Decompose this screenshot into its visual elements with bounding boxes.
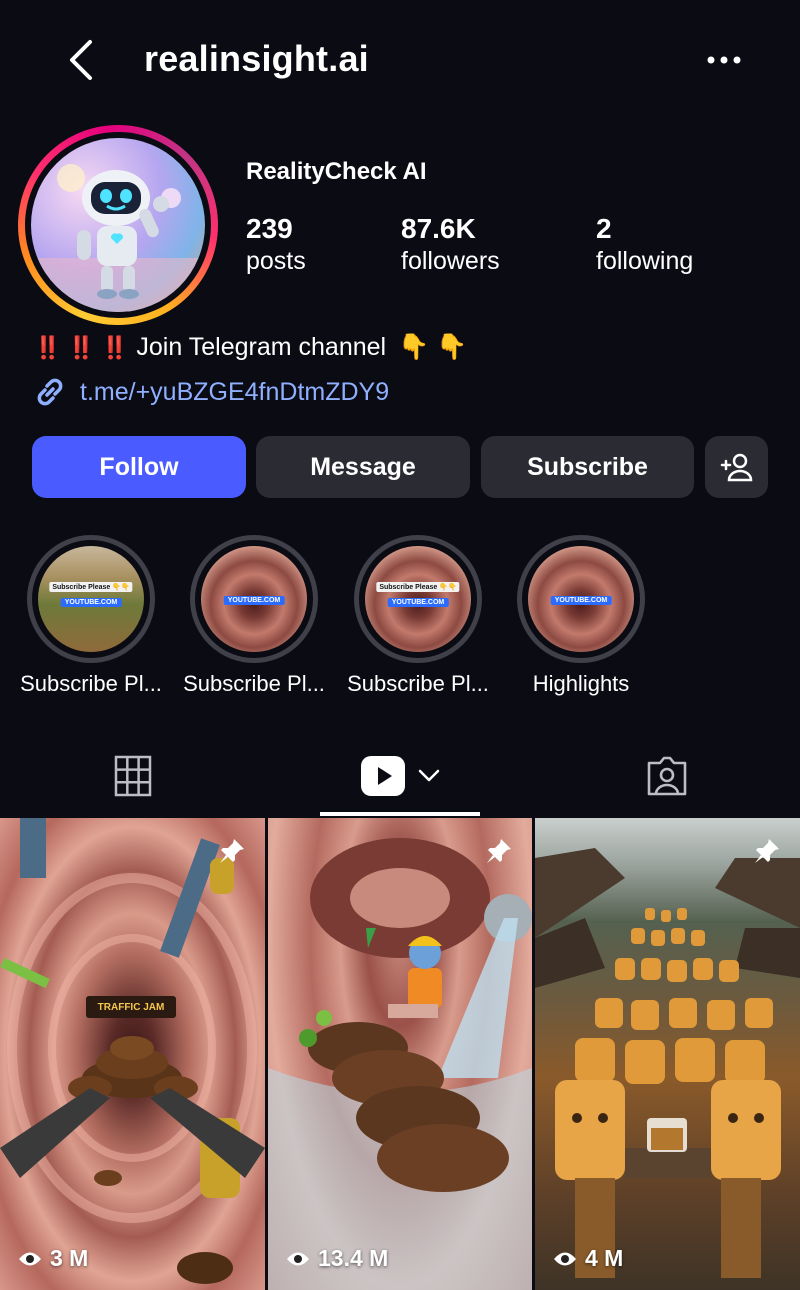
- pin-icon: [487, 839, 511, 863]
- display-name: RealityCheck AI: [246, 158, 427, 185]
- bio-text: Join Telegram channel: [136, 333, 387, 361]
- highlight-2[interactable]: YOUTUBE.COM Subscribe Pl...: [183, 535, 325, 697]
- view-count: 13.4 M: [286, 1245, 388, 1272]
- youtube-label: YOUTUBE.COM: [550, 596, 612, 605]
- view-count: 4 M: [553, 1245, 623, 1272]
- highlight-banner: Subscribe Please 👇👇: [376, 582, 460, 592]
- posts-grid: TRAFFIC JAM 3 M 13.4 M 4 M: [0, 818, 800, 1290]
- youtube-label: YOUTUBE.COM: [60, 598, 122, 607]
- highlight-label: Subscribe Pl...: [183, 671, 325, 696]
- avatar: [31, 138, 205, 312]
- post-thumbnail: [535, 848, 800, 1278]
- avatar-story-ring[interactable]: [18, 125, 218, 325]
- view-count: 3 M: [18, 1245, 88, 1272]
- exclamation-emoji: ‼️ ‼️ ‼️: [34, 334, 129, 360]
- grid-icon: [114, 755, 152, 797]
- reels-icon: [361, 756, 405, 796]
- more-options-button[interactable]: [696, 40, 752, 80]
- highlight-cover: Subscribe Please 👇👇 YOUTUBE.COM: [38, 546, 144, 652]
- robot-avatar-illustration: [31, 164, 205, 312]
- post-tile[interactable]: 13.4 M: [268, 818, 532, 1290]
- highlight-cover: YOUTUBE.COM: [528, 546, 634, 652]
- active-tab-indicator: [320, 812, 480, 816]
- youtube-label: YOUTUBE.COM: [223, 596, 285, 605]
- posts-count: 239: [246, 213, 293, 244]
- more-icon: [707, 56, 741, 64]
- posts-stat[interactable]: 239 posts: [246, 212, 306, 276]
- tagged-icon: [647, 756, 687, 796]
- highlight-label: Subscribe Pl...: [347, 671, 489, 696]
- back-button[interactable]: [56, 34, 106, 86]
- subscribe-button[interactable]: Subscribe: [481, 436, 694, 498]
- follow-button[interactable]: Follow: [32, 436, 246, 498]
- suggested-people-button[interactable]: [705, 436, 768, 498]
- message-button[interactable]: Message: [256, 436, 470, 498]
- tab-reels[interactable]: [267, 735, 533, 817]
- following-stat[interactable]: 2 following: [596, 212, 693, 276]
- link-icon: [37, 378, 63, 406]
- pin-icon: [220, 839, 244, 863]
- content-tabs: [0, 735, 800, 817]
- following-label: following: [596, 247, 694, 275]
- eye-icon: [19, 1252, 41, 1265]
- traffic-jam-sign: TRAFFIC JAM: [97, 1001, 165, 1013]
- view-count-text: 3 M: [50, 1245, 89, 1271]
- pointing-down-emoji: 👇 👇: [398, 333, 468, 361]
- view-count-text: 4 M: [585, 1245, 624, 1271]
- highlight-4[interactable]: YOUTUBE.COM Highlights: [517, 535, 645, 697]
- bio: ‼️ ‼️ ‼️ Join Telegram channel 👇 👇: [34, 333, 467, 362]
- post-thumbnail: [268, 838, 532, 1290]
- followers-stat[interactable]: 87.6K followers: [401, 212, 500, 276]
- post-tile[interactable]: TRAFFIC JAM 3 M: [0, 818, 265, 1290]
- tab-tagged[interactable]: [534, 735, 800, 817]
- pin-icon: [755, 839, 779, 863]
- top-bar: realinsight.ai: [0, 0, 800, 120]
- profile-username: realinsight.ai: [144, 38, 369, 79]
- followers-count: 87.6K: [401, 213, 476, 244]
- eye-icon: [287, 1252, 309, 1265]
- highlight-cover: Subscribe Please 👇👇 YOUTUBE.COM: [365, 546, 471, 652]
- highlight-label: Highlights: [532, 671, 630, 696]
- post-thumbnail: [0, 818, 265, 1284]
- highlight-banner: Subscribe Please 👇👇: [49, 582, 133, 592]
- highlight-1[interactable]: Subscribe Please 👇👇 YOUTUBE.COM Subscrib…: [20, 535, 162, 697]
- bio-link[interactable]: t.me/+yuBZGE4fnDtmZDY9: [32, 374, 389, 410]
- chevron-left-icon: [70, 40, 92, 80]
- highlight-label: Subscribe Pl...: [20, 671, 162, 696]
- followers-label: followers: [401, 247, 500, 275]
- link-text: t.me/+yuBZGE4fnDtmZDY9: [80, 377, 390, 406]
- chevron-down-icon: [418, 769, 440, 782]
- highlight-cover: YOUTUBE.COM: [201, 546, 307, 652]
- post-tile[interactable]: 4 M: [535, 818, 800, 1290]
- posts-label: posts: [246, 247, 306, 275]
- youtube-label: YOUTUBE.COM: [387, 598, 449, 607]
- following-count: 2: [596, 213, 612, 244]
- add-person-icon: [720, 453, 752, 482]
- tab-grid[interactable]: [0, 735, 266, 817]
- eye-icon: [554, 1252, 576, 1265]
- view-count-text: 13.4 M: [318, 1245, 389, 1271]
- highlight-3[interactable]: Subscribe Please 👇👇 YOUTUBE.COM Subscrib…: [347, 535, 489, 697]
